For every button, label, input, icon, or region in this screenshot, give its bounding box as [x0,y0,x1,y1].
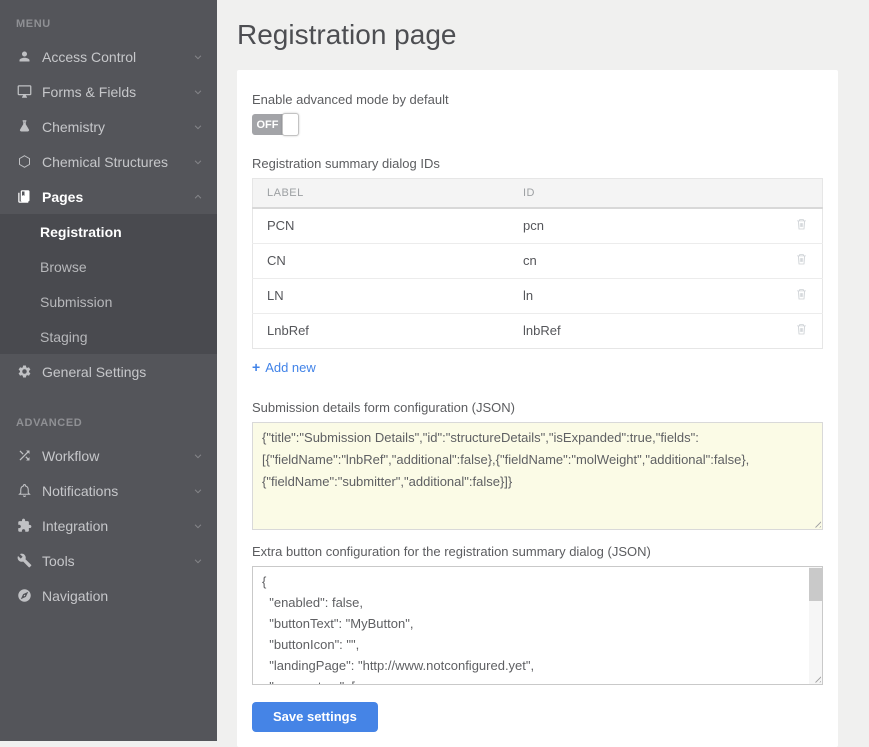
sidebar-item-label: Staging [40,329,87,345]
sidebar-item-label: Browse [40,259,87,275]
submission-config-wrapper: {"title":"Submission Details","id":"stru… [252,422,823,530]
monitor-icon [16,84,32,100]
chevron-down-icon [193,451,203,461]
advanced-mode-label: Enable advanced mode by default [252,92,823,107]
row-id-cell: pcn [509,208,777,243]
advanced-mode-toggle[interactable]: OFF [252,114,298,135]
sidebar-item-pages[interactable]: Pages [0,179,217,214]
sidebar-item-integration[interactable]: Integration [0,508,217,543]
submission-config-label: Submission details form configuration (J… [252,400,823,415]
scrollbar-thumb[interactable] [809,568,822,601]
sidebar-item-chemical-structures[interactable]: Chemical Structures [0,144,217,179]
toggle-state-label: OFF [252,114,283,135]
book-icon [16,189,32,205]
trash-icon [794,251,809,267]
sidebar-item-workflow[interactable]: Workflow [0,438,217,473]
sidebar-item-label: Notifications [42,483,118,499]
table-row: CN cn [253,243,823,278]
sidebar-item-label: Pages [42,189,83,205]
add-new-label: Add new [265,360,316,375]
chevron-down-icon [193,556,203,566]
gear-icon [16,364,32,380]
sidebar-item-tools[interactable]: Tools [0,543,217,578]
dialog-ids-table: LABEL ID PCN pcn CN cn LN ln [252,178,823,349]
page-title: Registration page [237,16,838,54]
sidebar-item-notifications[interactable]: Notifications [0,473,217,508]
save-settings-button[interactable]: Save settings [252,702,378,732]
sidebar-item-general-settings[interactable]: General Settings [0,354,217,389]
flask-icon [16,119,32,135]
trash-icon [794,216,809,232]
hexagon-icon [16,154,32,170]
wrench-icon [16,553,32,569]
extra-button-config-wrapper: { "enabled": false, "buttonText": "MyBut… [252,566,823,685]
advanced-section-header: ADVANCED [0,389,217,438]
row-id-cell: cn [509,243,777,278]
chevron-up-icon [193,192,203,202]
compass-icon [16,588,32,604]
sidebar-item-label: Tools [42,553,75,569]
plugin-icon [16,518,32,534]
column-header-actions [777,179,823,209]
sidebar-item-submission[interactable]: Submission [0,284,217,319]
row-label-cell: PCN [253,208,510,243]
chevron-down-icon [193,486,203,496]
main-content: Registration page Enable advanced mode b… [217,0,869,741]
sidebar-item-label: Integration [42,518,108,534]
table-row: LN ln [253,278,823,313]
row-label-cell: LnbRef [253,313,510,348]
sidebar-item-browse[interactable]: Browse [0,249,217,284]
chevron-down-icon [193,122,203,132]
delete-row-button[interactable] [794,251,809,267]
chevron-down-icon [193,157,203,167]
chevron-down-icon [193,52,203,62]
sidebar-item-access-control[interactable]: Access Control [0,39,217,74]
dialog-ids-label: Registration summary dialog IDs [252,156,823,171]
pages-submenu: Registration Browse Submission Staging [0,214,217,354]
row-label-cell: LN [253,278,510,313]
sidebar-item-label: Registration [40,224,122,240]
sidebar-item-label: General Settings [42,364,146,380]
extra-button-config-label: Extra button configuration for the regis… [252,544,823,559]
sidebar-item-forms-fields[interactable]: Forms & Fields [0,74,217,109]
sidebar: MENU Access Control Forms & Fields Chemi… [0,0,217,741]
row-label-cell: CN [253,243,510,278]
submission-config-textarea[interactable]: {"title":"Submission Details","id":"stru… [252,422,823,530]
trash-icon [794,321,809,337]
add-new-button[interactable]: + Add new [252,360,316,375]
sidebar-item-label: Forms & Fields [42,84,136,100]
sidebar-item-label: Chemistry [42,119,105,135]
user-icon [16,49,32,65]
row-id-cell: lnbRef [509,313,777,348]
chevron-down-icon [193,521,203,531]
sidebar-item-label: Chemical Structures [42,154,168,170]
sidebar-item-label: Workflow [42,448,99,464]
sidebar-item-registration[interactable]: Registration [0,214,217,249]
column-header-label: LABEL [253,179,510,209]
sidebar-item-label: Navigation [42,588,108,604]
trash-icon [794,286,809,302]
shuffle-icon [16,448,32,464]
menu-section-header: MENU [0,0,217,39]
bell-icon [16,483,32,499]
delete-row-button[interactable] [794,216,809,232]
chevron-down-icon [193,87,203,97]
sidebar-item-label: Access Control [42,49,136,65]
textarea-scrollbar[interactable] [809,567,822,684]
delete-row-button[interactable] [794,286,809,302]
sidebar-item-chemistry[interactable]: Chemistry [0,109,217,144]
settings-card: Enable advanced mode by default OFF Regi… [237,70,838,747]
table-row: LnbRef lnbRef [253,313,823,348]
toggle-knob [282,113,299,136]
plus-icon: + [252,361,260,374]
sidebar-item-label: Submission [40,294,112,310]
sidebar-item-staging[interactable]: Staging [0,319,217,354]
sidebar-item-navigation[interactable]: Navigation [0,578,217,613]
delete-row-button[interactable] [794,321,809,337]
row-id-cell: ln [509,278,777,313]
column-header-id: ID [509,179,777,209]
table-header-row: LABEL ID [253,179,823,209]
extra-button-config-textarea[interactable]: { "enabled": false, "buttonText": "MyBut… [252,566,823,685]
table-row: PCN pcn [253,208,823,243]
